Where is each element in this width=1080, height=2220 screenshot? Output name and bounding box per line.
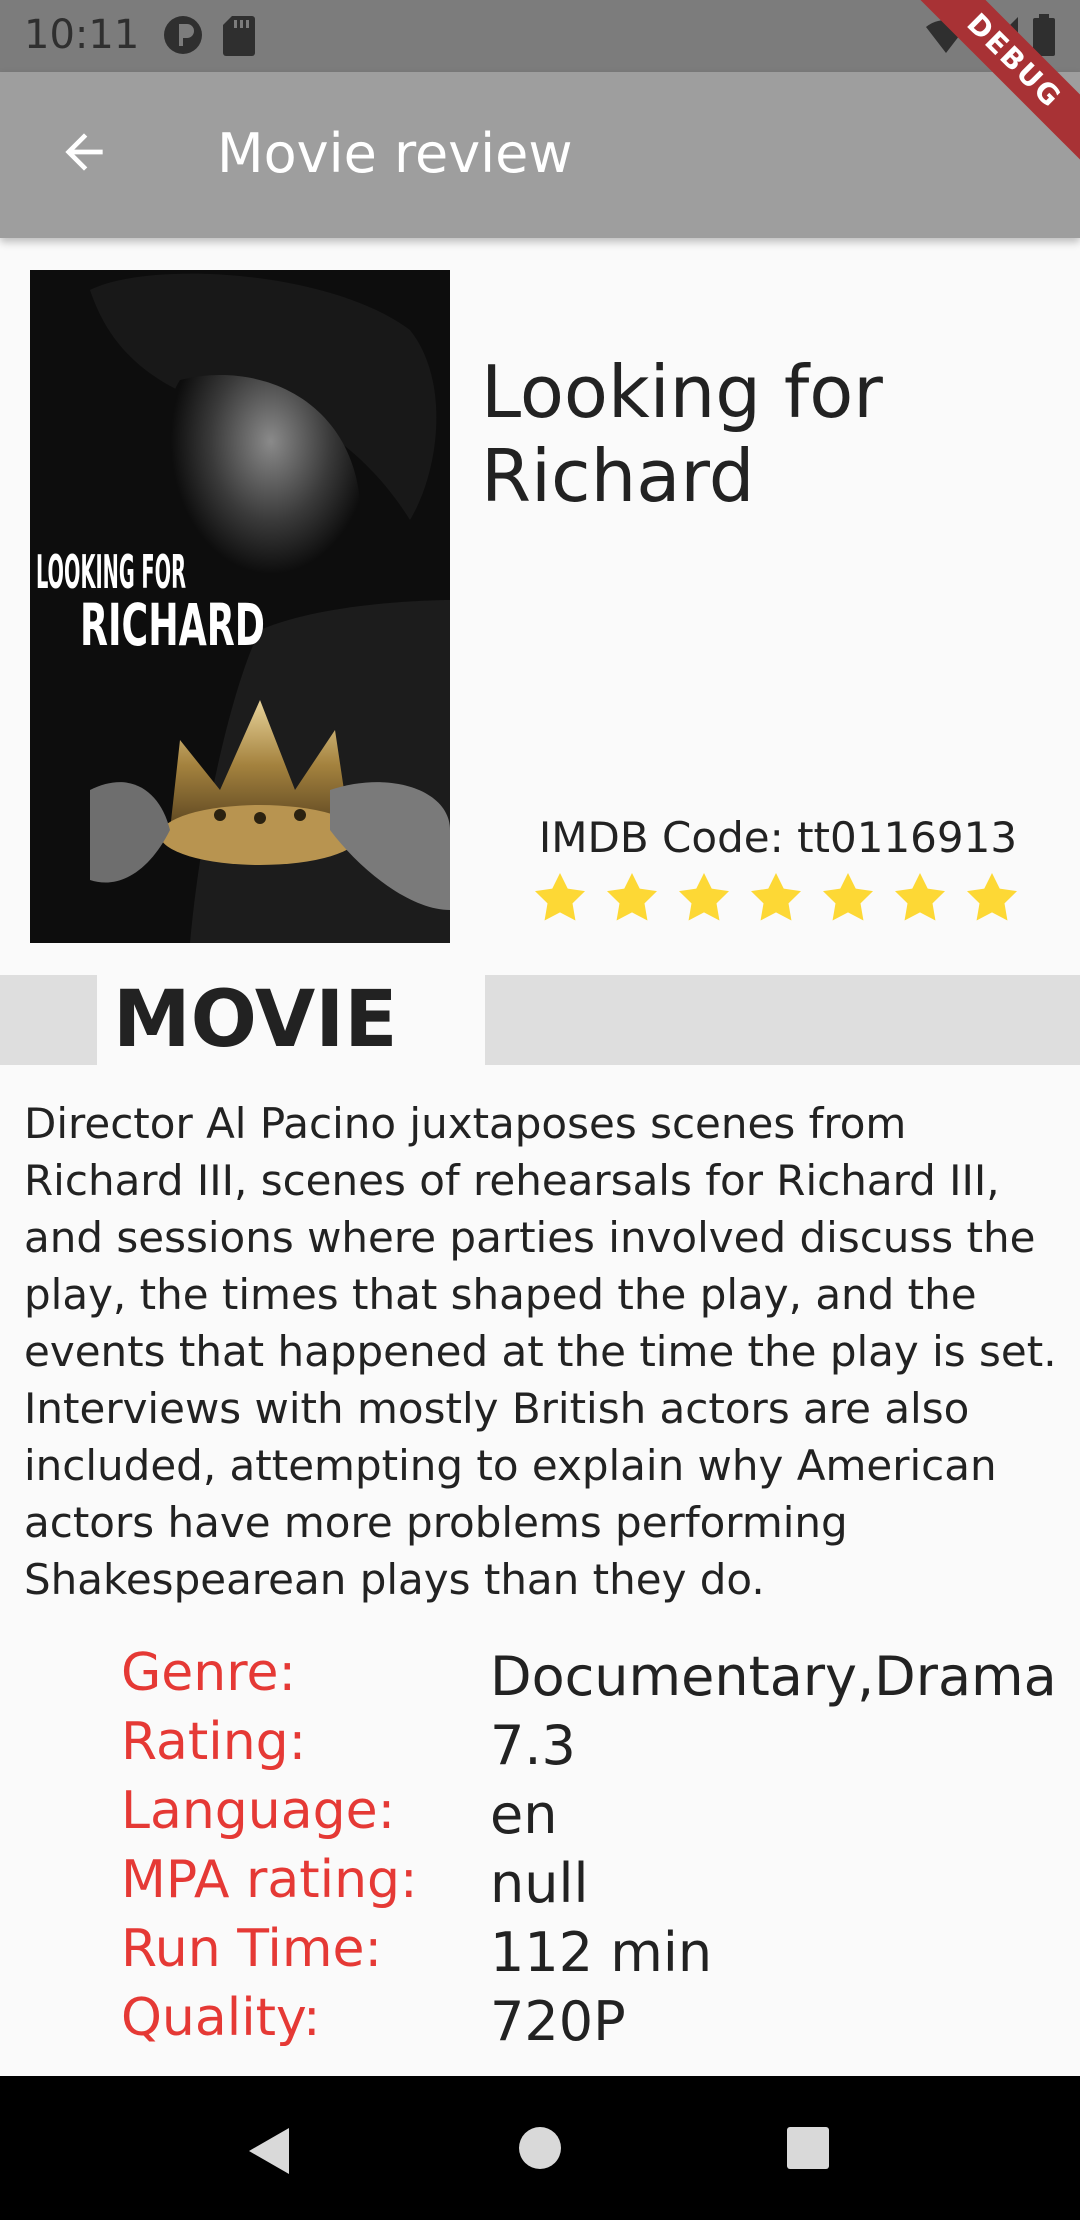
status-bar: 10:11 <box>0 0 1080 72</box>
rating-stars <box>530 868 1022 928</box>
arrow-back-icon <box>65 133 103 171</box>
app-icon <box>164 16 202 54</box>
screen: 10:11 Movie review DEBUG LOOKING FOR RIC… <box>0 0 1080 2220</box>
nav-recents-icon[interactable] <box>786 2126 830 2170</box>
detail-label: Language: <box>121 1781 396 1841</box>
movie-description: Director Al Pacino juxtaposes scenes fro… <box>24 1099 1057 1604</box>
app-title: Movie review <box>217 122 573 185</box>
star-icon <box>967 873 1017 921</box>
detail-value: Documentary,Drama <box>490 1645 1057 1708</box>
status-time: 10:11 <box>24 12 140 58</box>
movie-title: Looking for Richard <box>481 350 883 518</box>
details-list: Genre: Documentary,Drama Rating: 7.3 Languag… <box>121 1643 1071 2057</box>
detail-label: MPA rating: <box>121 1850 418 1910</box>
star-icon <box>607 873 657 921</box>
detail-value: null <box>490 1852 589 1915</box>
nav-home-icon[interactable] <box>518 2126 562 2170</box>
status-icons-left <box>162 14 256 56</box>
detail-row: Language: en <box>121 1781 1071 1850</box>
detail-value: 720P <box>490 1990 626 2053</box>
detail-value: en <box>490 1783 558 1846</box>
detail-value: 112 min <box>490 1921 713 1984</box>
detail-label: Quality: <box>121 1988 321 2048</box>
detail-label: Run Time: <box>121 1919 383 1979</box>
section-label: MOVIE <box>113 975 398 1065</box>
detail-value: 7.3 <box>490 1714 576 1777</box>
star-icon <box>679 873 729 921</box>
app-bar: Movie review <box>0 72 1080 238</box>
detail-row: Run Time: 112 min <box>121 1919 1071 1988</box>
detail-row: Genre: Documentary,Drama <box>121 1643 1071 1712</box>
star-icon <box>895 873 945 921</box>
movie-poster: LOOKING FOR RICHARD <box>30 270 450 943</box>
detail-label: Genre: <box>121 1643 296 1703</box>
poster-text-line2: RICHARD <box>80 591 265 659</box>
sd-card-icon <box>223 16 255 56</box>
star-icon <box>823 873 873 921</box>
nav-back-icon[interactable] <box>245 2124 293 2178</box>
imdb-code: IMDB Code: tt0116913 <box>538 813 1018 862</box>
navigation-bar <box>0 2076 1080 2220</box>
back-button[interactable] <box>44 112 124 192</box>
detail-label: Rating: <box>121 1712 307 1772</box>
star-icon <box>535 873 585 921</box>
detail-row: Quality: 720P <box>121 1988 1071 2057</box>
star-icon <box>751 873 801 921</box>
detail-row: Rating: 7.3 <box>121 1712 1071 1781</box>
detail-row: MPA rating: null <box>121 1850 1071 1919</box>
